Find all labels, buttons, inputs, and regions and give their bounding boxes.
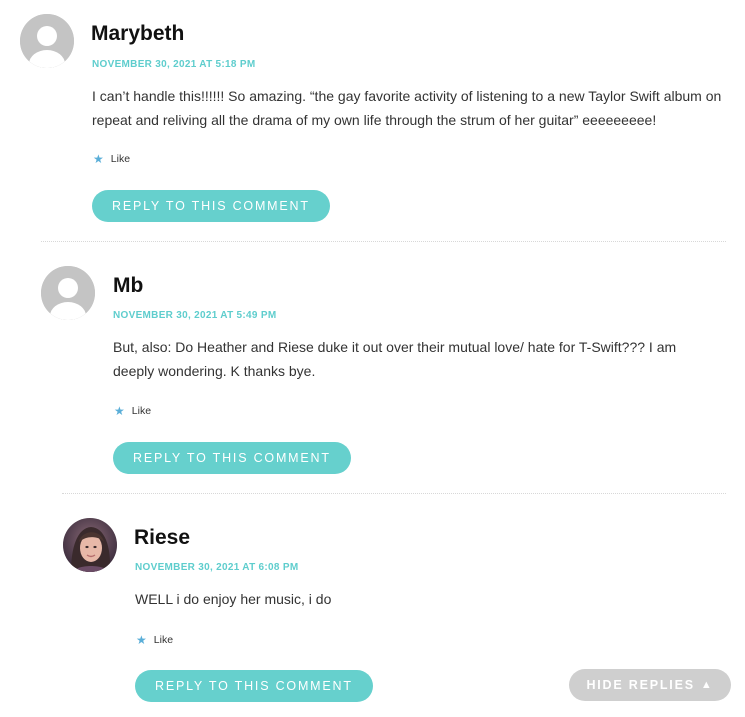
star-icon: ★ bbox=[136, 633, 147, 647]
comment-date[interactable]: NOVEMBER 30, 2021 AT 5:49 PM bbox=[113, 310, 276, 321]
hide-replies-label: HIDE REPLIES bbox=[586, 678, 695, 692]
comment-text: But, also: Do Heather and Riese duke it … bbox=[113, 339, 677, 379]
hide-replies-button[interactable]: HIDE REPLIES ▲ bbox=[569, 669, 731, 701]
user-photo-avatar[interactable] bbox=[63, 518, 117, 572]
comment-text: WELL i do enjoy her music, i do bbox=[135, 591, 332, 607]
comment-text: I can’t handle this!!!!!! So amazing. “t… bbox=[92, 88, 722, 128]
comment-date[interactable]: NOVEMBER 30, 2021 AT 6:08 PM bbox=[135, 562, 298, 573]
reply-button[interactable]: REPLY TO THIS COMMENT bbox=[92, 190, 330, 222]
comment-author[interactable]: Mb bbox=[113, 274, 143, 298]
comment-date[interactable]: NOVEMBER 30, 2021 AT 5:18 PM bbox=[92, 59, 255, 70]
default-avatar-icon[interactable] bbox=[20, 14, 74, 68]
triangle-up-icon: ▲ bbox=[700, 679, 714, 691]
comment-author[interactable]: Riese bbox=[134, 526, 190, 550]
like-button[interactable]: ★ Like bbox=[93, 153, 130, 165]
like-button[interactable]: ★ Like bbox=[114, 405, 151, 417]
reply-button[interactable]: REPLY TO THIS COMMENT bbox=[113, 442, 351, 474]
like-label: Like bbox=[110, 153, 131, 165]
comment-divider bbox=[62, 493, 726, 494]
default-avatar-icon[interactable] bbox=[41, 266, 95, 320]
like-button[interactable]: ★ Like bbox=[136, 634, 173, 646]
star-icon: ★ bbox=[114, 404, 125, 418]
comment-divider bbox=[41, 241, 726, 242]
comment-author[interactable]: Marybeth bbox=[91, 22, 184, 46]
reply-button[interactable]: REPLY TO THIS COMMENT bbox=[135, 670, 373, 702]
like-label: Like bbox=[153, 634, 174, 646]
like-label: Like bbox=[131, 405, 152, 417]
star-icon: ★ bbox=[93, 152, 104, 166]
